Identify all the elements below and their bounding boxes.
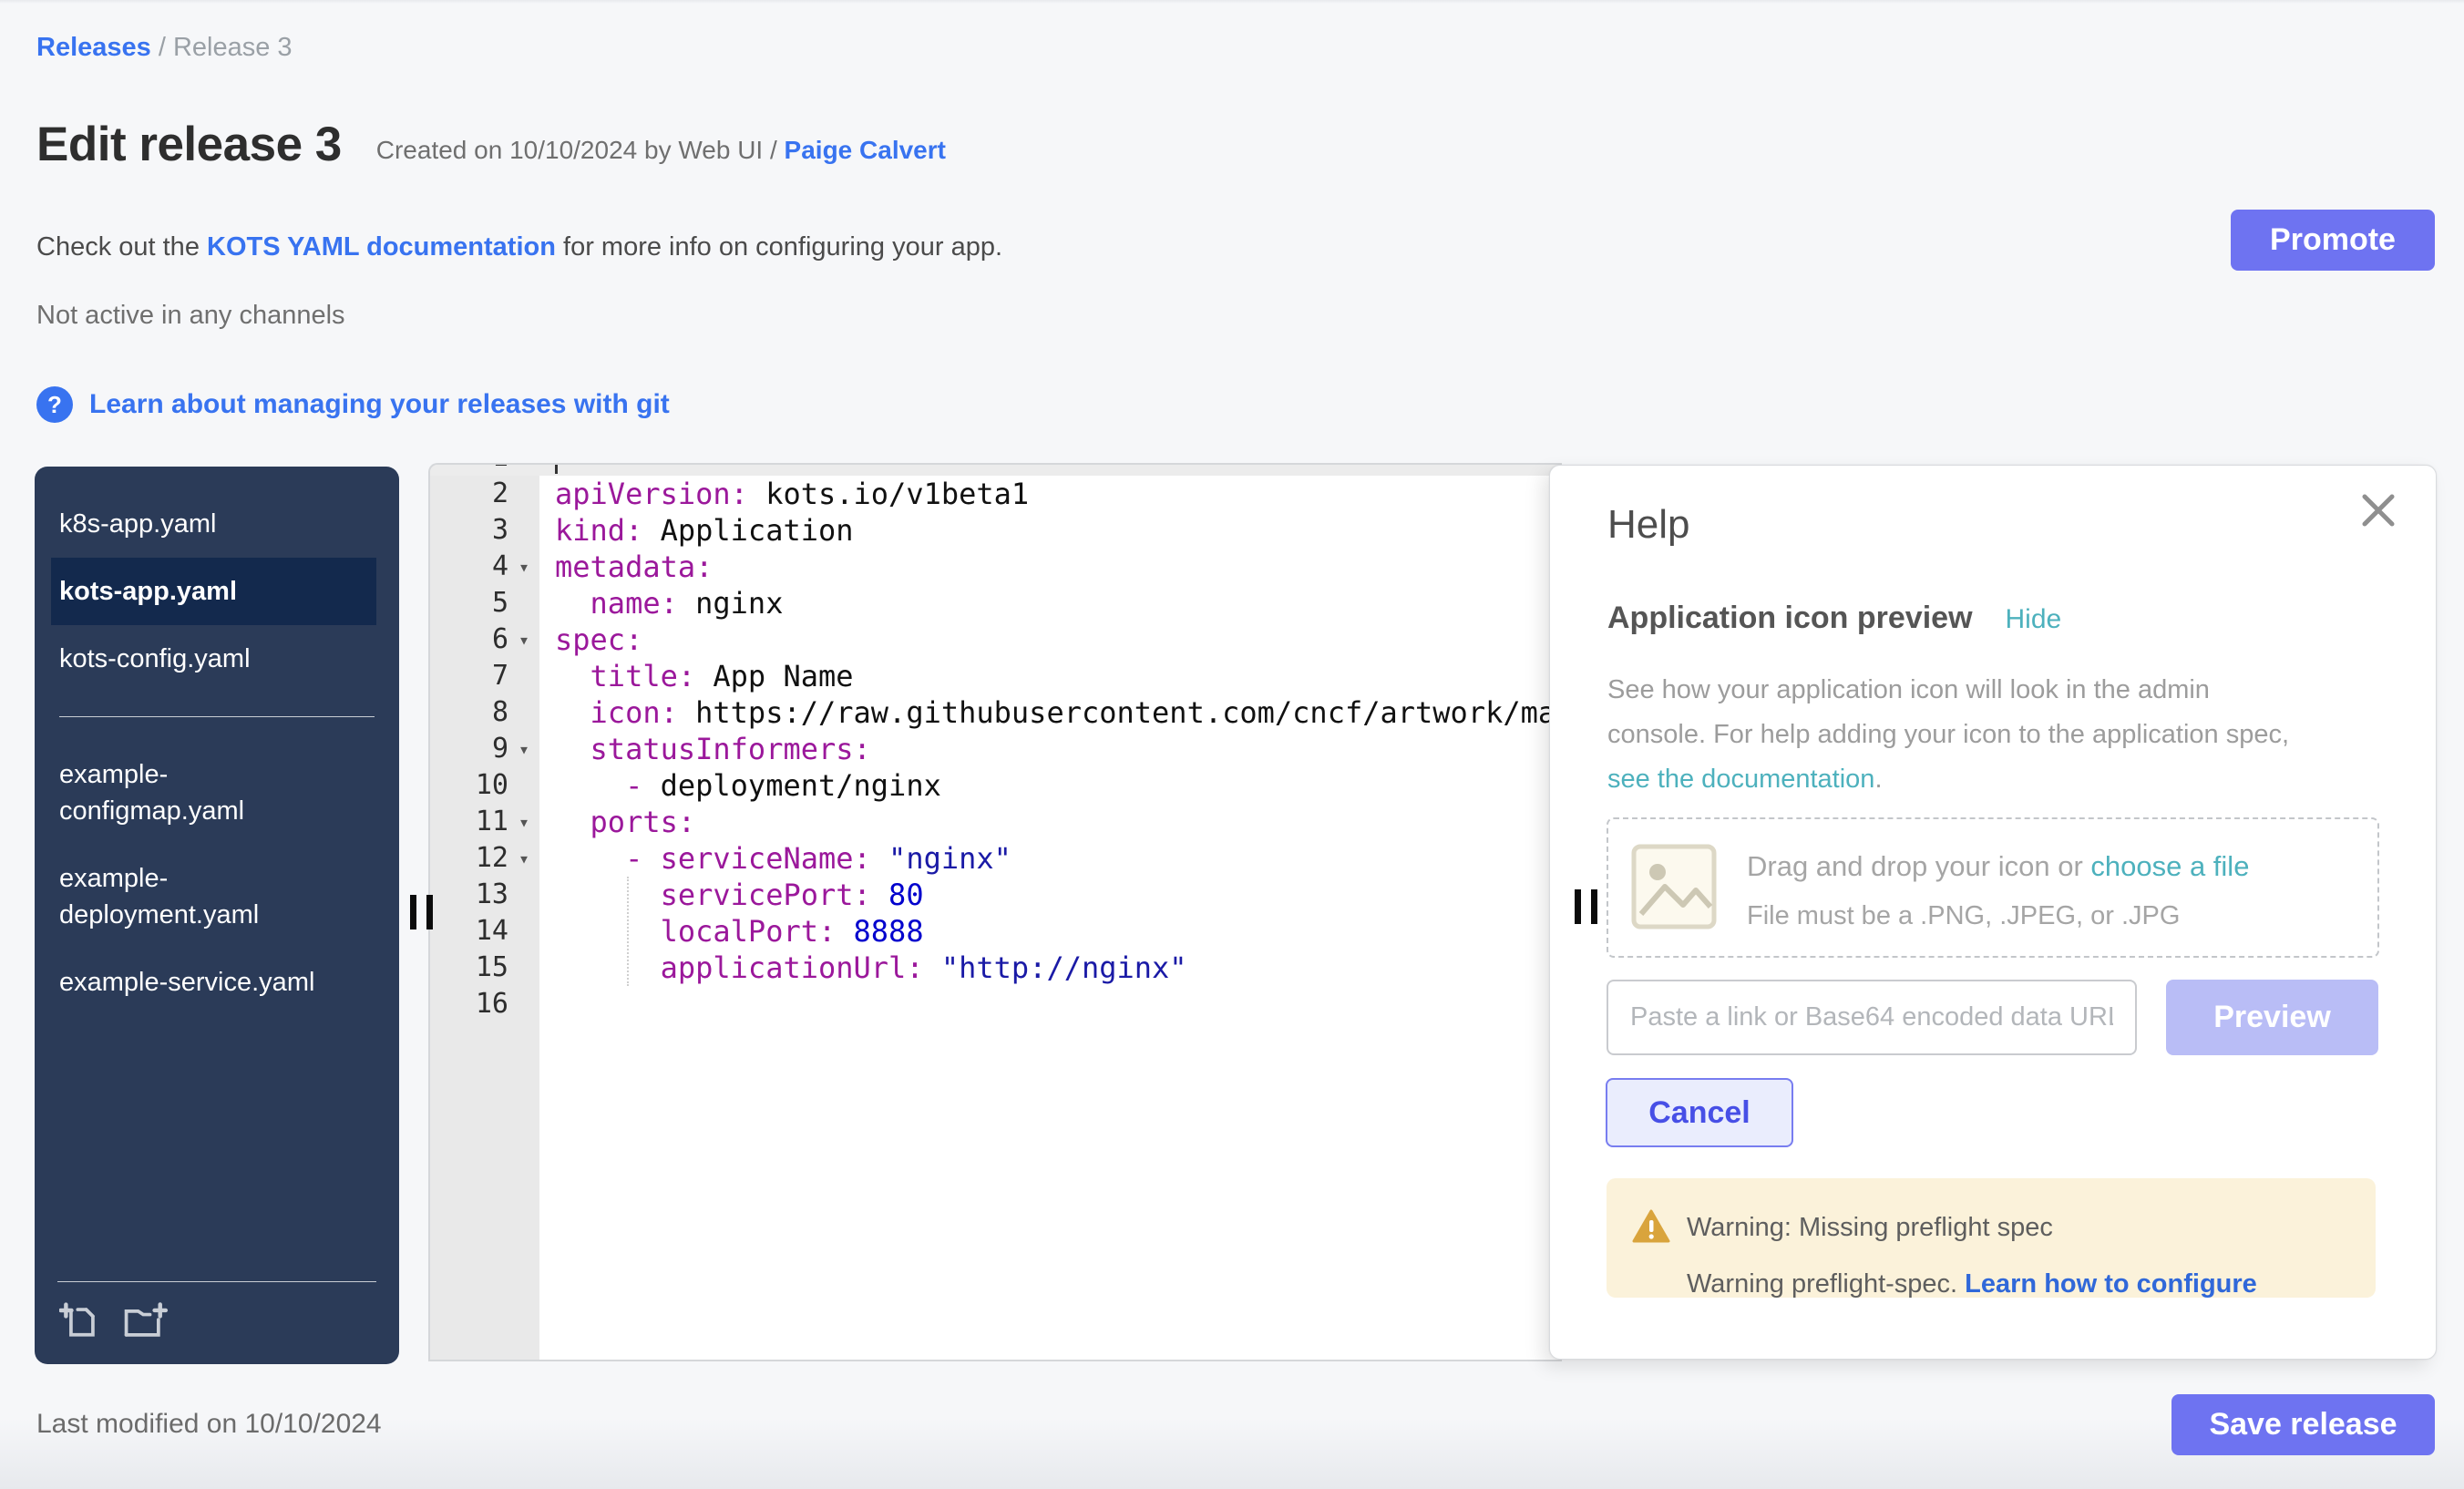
file-tree-item[interactable]: example-configmap.yaml (51, 741, 376, 845)
dropzone-text: Drag and drop your icon or (1747, 850, 2090, 882)
editor-panel-resize-handle[interactable] (1575, 889, 1597, 924)
code-line[interactable]: 8 icon: https://raw.githubusercontent.co… (430, 694, 1562, 731)
file-tree-panel: k8s-app.yamlkots-app.yamlkots-config.yam… (35, 467, 399, 1364)
fold-arrow-icon[interactable]: ▾ (508, 804, 539, 840)
hide-link[interactable]: Hide (2006, 604, 2062, 635)
code-line[interactable]: 6▾spec: (430, 621, 1562, 658)
intro-after: for more info on configuring your app. (556, 232, 1002, 262)
git-releases-help-label: Learn about managing your releases with … (89, 389, 670, 420)
last-modified-text: Last modified on 10/10/2024 (36, 1409, 382, 1440)
question-mark-icon: ? (36, 386, 73, 423)
text-cursor (555, 463, 558, 474)
line-number: 16 (430, 986, 539, 1022)
indent-guide (627, 877, 629, 986)
promote-button[interactable]: Promote (2231, 210, 2435, 271)
line-number: 7 (430, 658, 539, 694)
save-release-button[interactable]: Save release (2171, 1394, 2435, 1455)
cancel-button[interactable]: Cancel (1606, 1078, 1793, 1147)
help-panel: Help Application icon preview Hide See h… (1549, 465, 2437, 1360)
description-line: console. For help adding your icon to th… (1607, 713, 2289, 757)
git-releases-help-link[interactable]: ? Learn about managing your releases wit… (36, 386, 670, 423)
preflight-warning-box: Warning: Missing preflight spec Warning … (1607, 1178, 2376, 1298)
code-line[interactable]: 3kind: Application (430, 512, 1562, 549)
created-text: Created on 10/10/2024 by Web UI / (376, 136, 785, 164)
breadcrumb: Releases / Release 3 (36, 33, 293, 63)
code-line[interactable]: 2apiVersion: kots.io/v1beta1 (430, 476, 1562, 512)
line-number: 10 (430, 767, 539, 804)
line-number: 6▾ (430, 621, 539, 658)
icon-preview-description: See how your application icon will look … (1607, 668, 2289, 802)
line-number: 15 (430, 950, 539, 986)
yaml-code-editor[interactable]: 1---2apiVersion: kots.io/v1beta13kind: A… (428, 463, 1562, 1361)
intro-before: Check out the (36, 232, 207, 262)
file-tree-item[interactable]: example-deployment.yaml (51, 845, 376, 949)
channel-status-text: Not active in any channels (36, 301, 345, 331)
file-list-divider (59, 716, 375, 717)
fold-arrow-icon[interactable]: ▾ (508, 731, 539, 767)
new-folder-button[interactable] (121, 1300, 169, 1342)
line-number: 3 (430, 512, 539, 549)
tree-editor-resize-handle[interactable] (410, 895, 433, 929)
line-number: 2 (430, 476, 539, 512)
new-file-button[interactable] (59, 1300, 103, 1342)
line-number: 4▾ (430, 549, 539, 585)
code-line[interactable]: 10 - deployment/nginx (430, 767, 1562, 804)
file-tree-item[interactable]: kots-config.yaml (51, 625, 376, 693)
icon-preview-section: Application icon preview Hide (1607, 601, 2061, 636)
choose-file-link[interactable]: choose a file (2090, 850, 2249, 882)
description-line: See how your application icon will look … (1607, 668, 2289, 713)
code-line[interactable]: 1--- (430, 463, 1562, 476)
file-tree-actions (57, 1281, 376, 1364)
line-number: 13 (430, 877, 539, 913)
code-line[interactable]: 7 title: App Name (430, 658, 1562, 694)
line-number: 11▾ (430, 804, 539, 840)
help-panel-title: Help (1607, 502, 1690, 548)
file-tree-item[interactable]: example-service.yaml (51, 949, 376, 1016)
image-placeholder-icon (1630, 843, 1718, 930)
fold-arrow-icon[interactable]: ▾ (508, 621, 539, 658)
warning-triangle-icon (1632, 1209, 1670, 1244)
title-row: Edit release 3 Created on 10/10/2024 by … (36, 117, 946, 173)
line-number: 5 (430, 585, 539, 621)
code-line[interactable]: 14 localPort: 8888 (430, 913, 1562, 950)
page-title: Edit release 3 (36, 117, 342, 173)
line-number: 1 (430, 463, 539, 476)
learn-configure-link[interactable]: Learn how to configure (1965, 1269, 2257, 1298)
code-lines: 1---2apiVersion: kots.io/v1beta13kind: A… (430, 463, 1562, 1022)
line-number: 14 (430, 913, 539, 950)
intro-text: Check out the KOTS YAML documentation fo… (36, 232, 1002, 262)
kots-yaml-docs-link[interactable]: KOTS YAML documentation (207, 232, 556, 262)
file-tree-item[interactable]: kots-app.yaml (51, 558, 376, 625)
code-line[interactable]: 16 (430, 986, 1562, 1022)
line-number: 12▾ (430, 840, 539, 877)
code-line[interactable]: 13 servicePort: 80 (430, 877, 1562, 913)
code-line[interactable]: 11▾ ports: (430, 804, 1562, 840)
warning-title: Warning: Missing preflight spec (1687, 1213, 2053, 1243)
fold-arrow-icon[interactable]: ▾ (508, 549, 539, 585)
code-line[interactable]: 5 name: nginx (430, 585, 1562, 621)
breadcrumb-current: Release 3 (173, 33, 293, 62)
breadcrumb-releases-link[interactable]: Releases (36, 33, 151, 62)
icon-preview-title: Application icon preview (1607, 601, 1973, 636)
icon-url-input[interactable] (1607, 980, 2137, 1055)
warning-detail-text: Warning preflight-spec. (1687, 1269, 1965, 1298)
see-documentation-link[interactable]: see the documentation (1607, 765, 1874, 794)
description-period: . (1874, 765, 1882, 794)
icon-dropzone[interactable]: Drag and drop your icon or choose a file… (1607, 817, 2379, 958)
line-number: 9▾ (430, 731, 539, 767)
line-number: 8 (430, 694, 539, 731)
code-line[interactable]: 9▾ statusInformers: (430, 731, 1562, 767)
close-icon[interactable] (2357, 489, 2399, 531)
code-line[interactable]: 12▾ - serviceName: "nginx" (430, 840, 1562, 877)
author-link[interactable]: Paige Calvert (785, 136, 946, 164)
code-line[interactable]: 15 applicationUrl: "http://nginx" (430, 950, 1562, 986)
fold-arrow-icon[interactable]: ▾ (508, 840, 539, 877)
preview-button[interactable]: Preview (2166, 980, 2378, 1055)
dropzone-filetypes-text: File must be a .PNG, .JPEG, or .JPG (1747, 901, 2180, 931)
file-list: k8s-app.yamlkots-app.yamlkots-config.yam… (35, 467, 399, 1016)
breadcrumb-separator: / (151, 33, 173, 62)
code-line[interactable]: 4▾metadata: (430, 549, 1562, 585)
file-tree-item[interactable]: k8s-app.yaml (51, 490, 376, 558)
created-info: Created on 10/10/2024 by Web UI / Paige … (376, 136, 946, 173)
